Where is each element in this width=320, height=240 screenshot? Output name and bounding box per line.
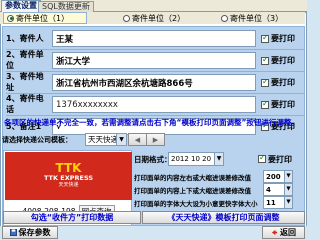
- radio-dot: [221, 14, 228, 22]
- save-parameters-button[interactable]: 保存参数: [2, 226, 58, 239]
- adjustment-notice: 各项区的快递单不完全一致，若需调整请点击右下角“模板打印页面调整”按钮进行调整。: [4, 118, 299, 127]
- radio-sender-2[interactable]: 寄件单位（2）: [120, 12, 200, 24]
- sender-name-input[interactable]: 王某: [52, 30, 256, 47]
- sender-company-print-checkbox[interactable]: 要打印: [261, 52, 305, 69]
- back-label: 返回: [280, 228, 296, 237]
- date-format-label: 日期格式：: [134, 154, 172, 164]
- radio-sender-3[interactable]: 寄件单位（3）: [218, 12, 304, 24]
- radio-label: 寄件单位（1）: [16, 13, 70, 23]
- font-size-value: 11: [266, 198, 276, 207]
- sender-address-label: 3、寄件地址: [6, 72, 50, 92]
- divider: [6, 115, 304, 116]
- sender-company-label: 2、寄件单位: [6, 50, 50, 70]
- template-select[interactable]: 天天快递 ▼: [85, 133, 127, 146]
- back-button[interactable]: 返回: [262, 226, 305, 239]
- radio-label: 寄件单位（3）: [230, 13, 284, 23]
- save-label: 保存参数: [18, 228, 51, 237]
- checkbox-box: [261, 99, 269, 109]
- divider: [6, 93, 304, 94]
- offset-vertical-label: 打印面单的内容上下或大缩进误差修改值: [134, 186, 251, 195]
- checkbox-label: 要打印: [271, 78, 295, 87]
- radio-dot: [7, 14, 14, 22]
- chevron-down-icon: ▼: [214, 153, 223, 165]
- template-selected-value: 天天快递: [88, 135, 118, 144]
- sender-phone-label: 4、寄件电话: [6, 94, 50, 114]
- sender-address-print-checkbox[interactable]: 要打印: [261, 74, 305, 91]
- sender-address-input[interactable]: 浙江省杭州市西湖区余杭塘路866号: [52, 74, 256, 91]
- date-value: 2012 10 20: [171, 155, 212, 163]
- offset-horizontal-input[interactable]: 200 ▼: [263, 170, 293, 183]
- checkbox-box: [261, 33, 269, 43]
- chevron-down-icon: ▼: [116, 134, 126, 145]
- logo-brand-text: TTK EXPRESS: [43, 174, 94, 182]
- radio-dot: [123, 14, 130, 22]
- ttk-express-logo: TTK TTK EXPRESS 天天快递: [5, 152, 132, 200]
- checkbox-box: [258, 153, 266, 163]
- font-size-input[interactable]: 11 ▼: [263, 196, 293, 209]
- date-picker[interactable]: 2012 10 20 ▼: [168, 152, 224, 166]
- print-selected-button[interactable]: 勾选“收件方”打印数据: [3, 211, 141, 224]
- divider: [6, 49, 304, 50]
- template-next-button[interactable]: ▶: [146, 133, 165, 146]
- sender-phone-print-checkbox[interactable]: 要打印: [261, 96, 305, 113]
- sender-selector: 寄件单位（1） 寄件单位（2） 寄件单位（3）: [0, 12, 305, 24]
- sender-name-print-checkbox[interactable]: 要打印: [261, 30, 305, 47]
- checkbox-box: [261, 77, 269, 87]
- arrow-right-icon: ▶: [152, 135, 159, 144]
- sender-phone-input[interactable]: 1376xxxxxxxx: [52, 96, 256, 113]
- arrow-left-icon: ◀: [134, 135, 141, 144]
- checkbox-box: [261, 55, 269, 65]
- template-adjust-button[interactable]: 《天天快递》模板打印页面调整: [142, 211, 305, 224]
- chevron-down-icon: ▼: [284, 184, 292, 195]
- back-arrow-icon: [271, 229, 278, 236]
- chevron-down-icon: ▼: [284, 197, 292, 208]
- logo-mark-icon: TTK: [55, 161, 82, 175]
- template-label: 请选择快递公司模板：: [2, 136, 72, 144]
- sender-name-label: 1、寄件人: [6, 30, 50, 46]
- offset-value: 200: [266, 172, 281, 181]
- checkbox-label: 要打印: [271, 100, 295, 109]
- font-size-label: 打印面单的字体大大设为小意更快字体大小: [134, 199, 258, 208]
- checkbox-label: 要打印: [271, 34, 295, 43]
- divider: [6, 71, 304, 72]
- checkbox-label: 要打印: [268, 154, 292, 164]
- date-print-checkbox[interactable]: 要打印: [258, 152, 292, 166]
- offset-value: 4: [266, 185, 271, 194]
- chevron-down-icon: ▼: [284, 171, 292, 182]
- sender-company-input[interactable]: 浙江大学: [52, 52, 256, 69]
- radio-sender-1[interactable]: 寄件单位（1）: [3, 12, 87, 24]
- tab-bar: 参数设置 SQL数据更新: [0, 0, 307, 12]
- checkbox-label: 要打印: [271, 56, 295, 65]
- offset-horizontal-label: 打印面单的内容左右或大缩进误差修改值: [134, 173, 251, 182]
- save-icon: [9, 229, 17, 236]
- tab-parameter-settings[interactable]: 参数设置: [1, 0, 41, 12]
- radio-label: 寄件单位（2）: [132, 13, 186, 23]
- tab-sql-update[interactable]: SQL数据更新: [38, 1, 94, 12]
- offset-vertical-input[interactable]: 4 ▼: [263, 183, 293, 196]
- template-prev-button[interactable]: ◀: [128, 133, 147, 146]
- logo-brand-cn: 天天快递: [58, 182, 79, 188]
